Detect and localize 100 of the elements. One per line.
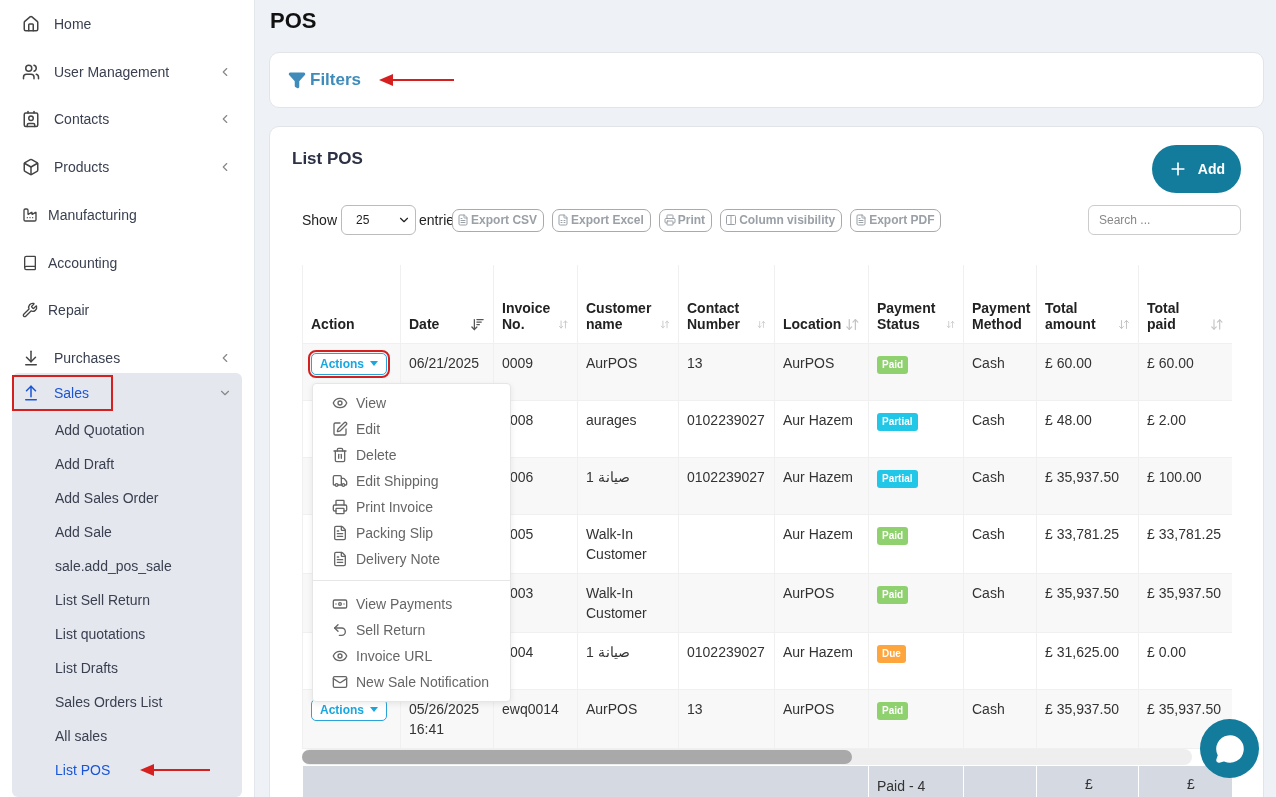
- status-badge: Partial: [877, 469, 918, 488]
- sidebar-item[interactable]: User Management: [54, 63, 204, 80]
- sidebar-subitem[interactable]: sale.add_pos_sale: [55, 558, 172, 574]
- nav-icon: [22, 349, 40, 368]
- menu-icon: [332, 498, 348, 515]
- table-cell: AurPOS: [783, 700, 835, 717]
- sidebar-item[interactable]: Products: [54, 159, 204, 176]
- sidebar-item[interactable]: Sales: [12, 375, 113, 411]
- sidebar-subitem[interactable]: List Sell Return: [55, 592, 150, 608]
- nav-icon: [22, 62, 40, 81]
- table-cell: £ 48.00: [1045, 411, 1092, 428]
- column-header[interactable]: Location: [774, 265, 869, 343]
- table-cell: £ 2.00: [1147, 411, 1186, 428]
- menu-item[interactable]: Sell Return: [313, 616, 510, 643]
- column-header[interactable]: Payment Status: [868, 265, 964, 343]
- table-cell-text: 005: [509, 524, 535, 544]
- table-cell-text: 06/21/2025: [409, 353, 481, 373]
- table-cell: £ 31,625.00: [1045, 643, 1119, 660]
- status-badge: Due: [877, 644, 906, 663]
- table-cell: Cash: [972, 525, 1005, 542]
- table-cell: 0102239027: [687, 468, 765, 485]
- table-cell: AurPOS: [783, 584, 835, 601]
- table-cell: 0102239027: [687, 643, 765, 660]
- table-cell: صيانة 1: [586, 468, 630, 485]
- table-cell: AurPOS: [586, 700, 638, 717]
- table-cell: AurPOS: [783, 354, 835, 371]
- filters-toggle[interactable]: Filters: [288, 70, 362, 90]
- menu-item[interactable]: View Payments: [313, 590, 510, 617]
- table-cell: Aur Hazem: [783, 468, 854, 485]
- menu-icon: [332, 472, 348, 489]
- page-size-select[interactable]: 25: [341, 205, 417, 235]
- add-button[interactable]: Add: [1151, 145, 1241, 193]
- table-cell: Cash: [972, 700, 1005, 717]
- column-header[interactable]: Payment Method: [963, 265, 1037, 343]
- chat-icon: [1214, 733, 1245, 764]
- table-cell-text: 006: [509, 467, 535, 487]
- table-cell: صيانة 1: [586, 643, 630, 660]
- sidebar-subitem[interactable]: Add Sale: [55, 524, 112, 540]
- sidebar-subitem[interactable]: List quotations: [55, 626, 146, 642]
- column-header[interactable]: Total amount: [1036, 265, 1139, 343]
- sidebar-subitem[interactable]: List Drafts: [55, 660, 118, 676]
- sidebar-item[interactable]: Manufacturing: [48, 206, 232, 223]
- sidebar-subitem[interactable]: All sales: [55, 728, 108, 744]
- menu-item[interactable]: Edit: [313, 415, 510, 442]
- show-label: Show: [302, 212, 338, 228]
- menu-item[interactable]: View: [313, 389, 510, 416]
- card-title: List POS: [292, 149, 363, 169]
- footer-text: Paid - 4: [877, 777, 926, 794]
- table-cell: Aur Hazem: [783, 411, 854, 428]
- nav-icon: [22, 158, 40, 177]
- table-cell: ewq0014: [502, 700, 559, 717]
- column-header[interactable]: Customer name: [577, 265, 679, 343]
- sidebar-item[interactable]: Contacts: [54, 111, 204, 128]
- sidebar-subitem[interactable]: Add Quotation: [55, 422, 145, 438]
- sidebar-subitem[interactable]: Add Sales Order: [55, 490, 159, 506]
- status-badge: Paid: [877, 526, 909, 545]
- menu-item[interactable]: Print Invoice: [313, 493, 510, 520]
- sidebar-item[interactable]: Home: [54, 15, 232, 32]
- table-cell: £ 35,937.50: [1045, 584, 1119, 601]
- table-cell: 13: [687, 354, 703, 371]
- menu-item[interactable]: Packing Slip: [313, 519, 510, 546]
- nav-icon: [22, 206, 38, 223]
- table-cell-text: 004: [509, 642, 535, 662]
- menu-item[interactable]: Invoice URL: [313, 642, 510, 669]
- menu-item[interactable]: Delete: [313, 441, 510, 468]
- sidebar-subitem[interactable]: Add Draft: [55, 456, 115, 472]
- export-icon: [557, 214, 570, 226]
- column-header[interactable]: Action: [302, 265, 401, 343]
- column-header[interactable]: Date: [400, 265, 494, 343]
- table-cell: Walk-In Customer: [586, 584, 647, 621]
- menu-icon: [332, 621, 348, 638]
- nav-icon: [22, 14, 40, 33]
- table-cell-text: 003: [509, 583, 535, 603]
- column-header[interactable]: Contact Number: [678, 265, 775, 343]
- table-cell: Walk-In Customer: [586, 525, 647, 562]
- table-cell: £ 35,937.50: [1147, 700, 1221, 717]
- status-badge: Paid: [877, 355, 909, 374]
- column-header[interactable]: Invoice No.: [493, 265, 578, 343]
- nav-icon: [22, 110, 40, 129]
- menu-item[interactable]: Delivery Note: [313, 545, 510, 572]
- table-cell-text: 05/26/2025 16:41: [409, 699, 481, 739]
- sidebar-subitem[interactable]: Sales Orders List: [55, 694, 163, 710]
- status-badge: Paid: [877, 585, 909, 604]
- table-cell: 13: [687, 700, 703, 717]
- export-icon: [663, 214, 676, 226]
- menu-icon: [332, 524, 348, 541]
- sidebar-item[interactable]: Purchases: [54, 350, 204, 367]
- footer-text: £: [1187, 775, 1195, 792]
- table-cell: £ 35,937.50: [1045, 700, 1119, 717]
- sidebar-subitem[interactable]: List POS: [55, 762, 111, 778]
- sidebar-item[interactable]: Accounting: [48, 254, 232, 271]
- menu-icon: [332, 446, 348, 463]
- page-title: POS: [270, 8, 318, 34]
- scrollbar-thumb[interactable]: [302, 749, 852, 764]
- search-field[interactable]: Search ...: [1088, 205, 1241, 235]
- table-cell: £ 60.00: [1045, 354, 1092, 371]
- sidebar-item[interactable]: Repair: [48, 302, 232, 319]
- menu-item[interactable]: Edit Shipping: [313, 467, 510, 494]
- menu-item[interactable]: New Sale Notification: [313, 668, 510, 695]
- export-icon: [725, 214, 738, 226]
